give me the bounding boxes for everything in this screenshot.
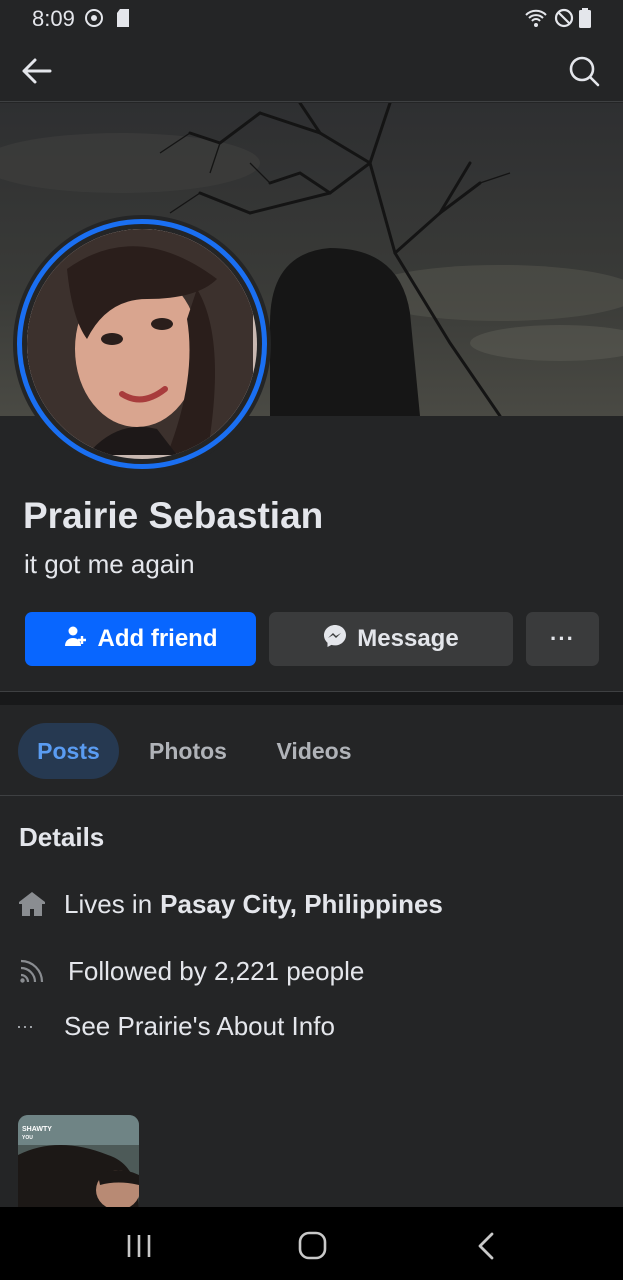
profile-header bbox=[0, 40, 623, 102]
profile-page: 8:09 Prairie Sebastian it got me again A… bbox=[0, 0, 623, 1280]
photo-thumbnail[interactable]: SHAWTY YOU bbox=[18, 1115, 139, 1210]
home-icon bbox=[16, 888, 48, 920]
messenger-icon bbox=[323, 624, 347, 655]
add-friend-button[interactable]: Add friend bbox=[25, 612, 256, 666]
tab-photos[interactable]: Photos bbox=[130, 723, 246, 779]
recent-apps-icon[interactable] bbox=[120, 1229, 160, 1263]
tab-videos[interactable]: Videos bbox=[258, 723, 370, 779]
add-person-icon bbox=[64, 624, 88, 655]
section-divider bbox=[0, 691, 623, 705]
message-button[interactable]: Message bbox=[269, 612, 513, 666]
more-options-button[interactable]: ··· bbox=[526, 612, 599, 666]
tab-videos-label: Videos bbox=[276, 737, 352, 764]
profile-avatar[interactable] bbox=[13, 215, 271, 473]
about-row[interactable]: ··· See Prairie's About Info bbox=[16, 1010, 335, 1042]
tab-posts-label: Posts bbox=[37, 737, 100, 764]
story-ring bbox=[17, 219, 267, 469]
back-button-icon[interactable] bbox=[468, 1229, 508, 1263]
battery-icon bbox=[579, 8, 591, 33]
about-info-link[interactable]: See Prairie's About Info bbox=[64, 1011, 335, 1042]
message-label: Message bbox=[357, 625, 459, 652]
tab-photos-label: Photos bbox=[149, 737, 227, 764]
sync-icon bbox=[84, 8, 104, 33]
lives-in-prefix: Lives in bbox=[64, 888, 153, 919]
thumbnail-caption-bottom: YOU bbox=[22, 1135, 33, 1141]
followers-text: Followed by 2,221 people bbox=[68, 955, 365, 986]
search-icon[interactable] bbox=[565, 52, 603, 90]
rss-icon bbox=[16, 955, 48, 987]
system-nav-bar bbox=[0, 1207, 623, 1280]
thumbnail-caption-top: SHAWTY bbox=[22, 1126, 52, 1133]
avatar bbox=[27, 229, 257, 459]
more-dots-icon: ··· bbox=[550, 626, 575, 651]
add-friend-label: Add friend bbox=[97, 625, 218, 652]
status-bar: 8:09 bbox=[0, 0, 623, 40]
details-title: Details bbox=[19, 822, 105, 852]
profile-tabs: Posts Photos Videos bbox=[0, 705, 623, 796]
wifi-icon bbox=[524, 8, 548, 33]
do-not-disturb-icon bbox=[554, 8, 574, 33]
arrow-left-icon[interactable] bbox=[18, 52, 56, 90]
more-dots-icon: ··· bbox=[16, 1015, 34, 1036]
lives-in-city[interactable]: Pasay City, Philippines bbox=[160, 889, 443, 920]
profile-name: Prairie Sebastian bbox=[23, 495, 324, 536]
tab-posts[interactable]: Posts bbox=[18, 723, 119, 779]
followers-row: Followed by 2,221 people bbox=[16, 955, 364, 987]
status-time: 8:09 bbox=[32, 6, 75, 31]
lives-in-row: Lives in Pasay City, Philippines bbox=[16, 888, 443, 920]
profile-bio: it got me again bbox=[24, 549, 195, 579]
home-button-icon[interactable] bbox=[292, 1229, 332, 1263]
sd-card-icon bbox=[116, 8, 130, 33]
